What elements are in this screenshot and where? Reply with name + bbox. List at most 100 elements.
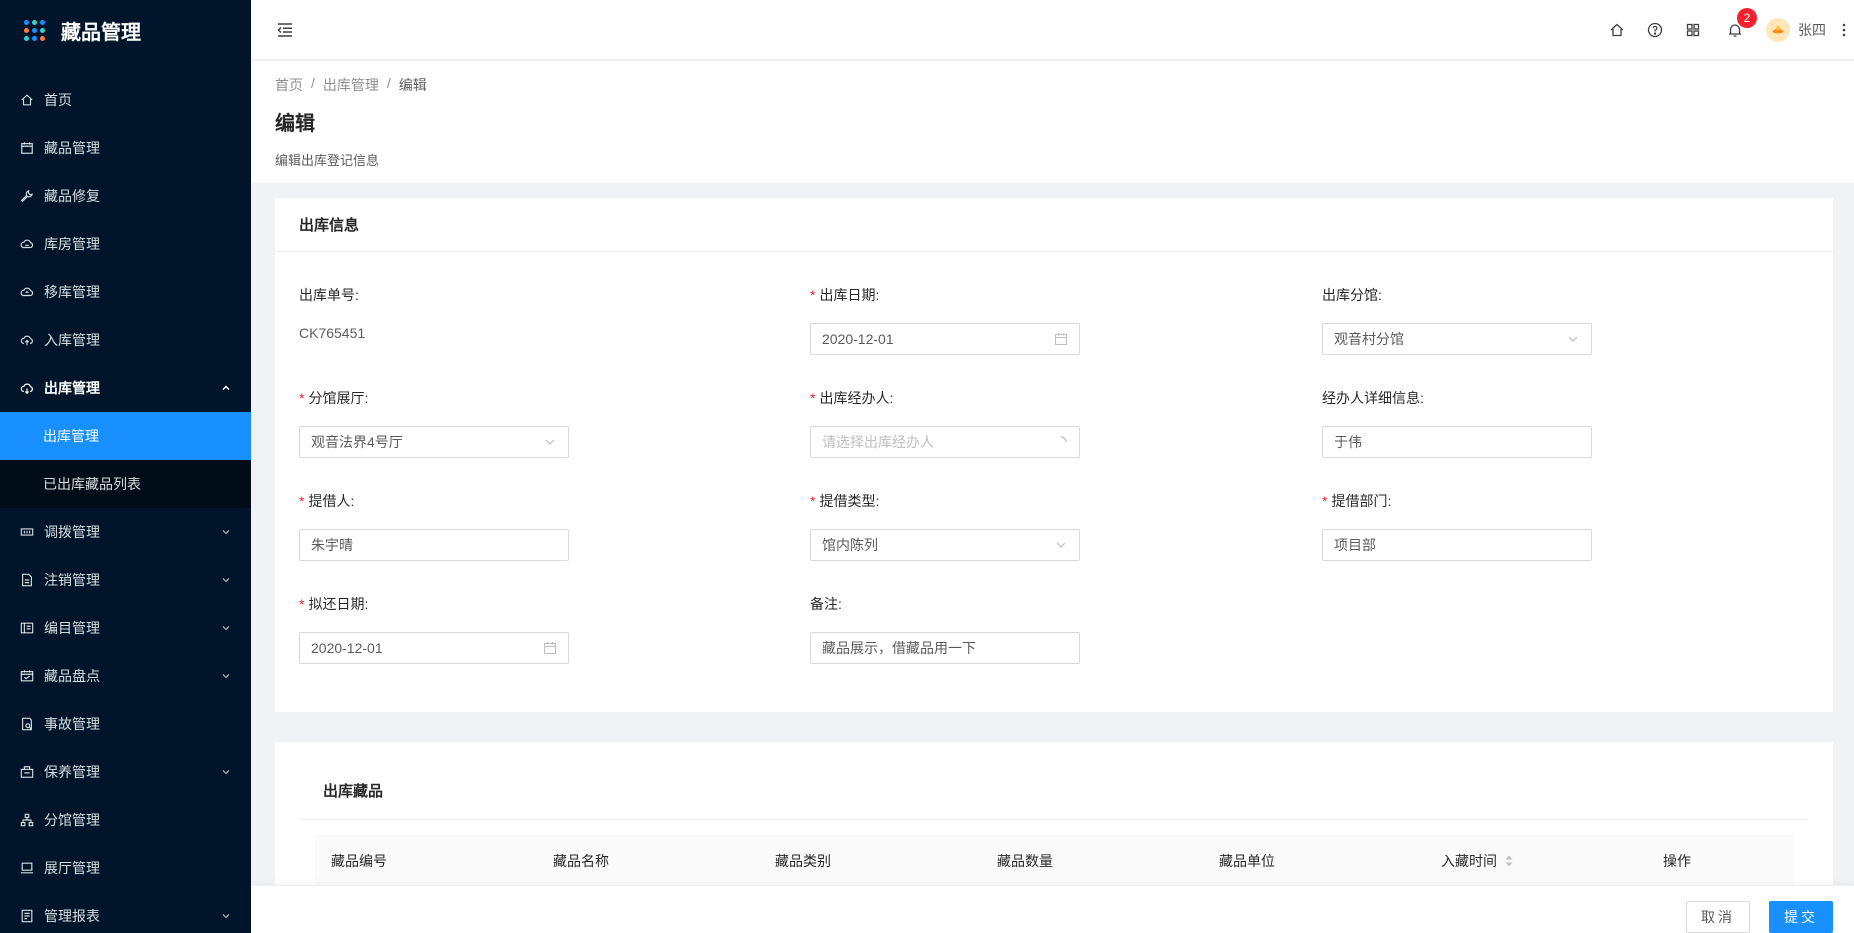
branch-value: 观音村分馆 bbox=[1334, 331, 1404, 347]
sidebar-item-outbound[interactable]: 出库管理 bbox=[0, 364, 251, 412]
out-date-picker[interactable]: 2020-12-01 bbox=[810, 323, 1080, 355]
avatar-image-icon bbox=[1772, 25, 1784, 33]
avatar[interactable] bbox=[1766, 17, 1790, 42]
loading-spinner-icon bbox=[1054, 435, 1068, 449]
handler-detail-input[interactable]: 于伟 bbox=[1322, 426, 1592, 458]
apps-logo-icon bbox=[24, 19, 45, 41]
field-handler-detail: 经办人详细信息: 于伟 bbox=[1322, 388, 1592, 458]
accident-icon bbox=[20, 717, 34, 731]
hall-select[interactable]: 观音法界4号厅 bbox=[299, 426, 569, 458]
hall-value: 观音法界4号厅 bbox=[311, 434, 403, 450]
page-description: 编辑出库登记信息 bbox=[275, 153, 380, 168]
sidebar-item-repair[interactable]: 藏品修复 bbox=[0, 172, 251, 220]
sidebar-subitem-outbound-list[interactable]: 已出库藏品列表 bbox=[0, 460, 251, 508]
home-icon bbox=[20, 93, 34, 107]
logo[interactable]: 藏品管理 bbox=[0, 0, 251, 60]
chevron-down-icon bbox=[543, 435, 557, 449]
maintenance-icon bbox=[20, 765, 34, 779]
catalog-icon bbox=[20, 621, 34, 635]
file-icon bbox=[20, 573, 34, 587]
apps-grid-icon[interactable] bbox=[1674, 0, 1712, 60]
breadcrumb-item-outbound[interactable]: 出库管理 bbox=[323, 75, 379, 95]
sidebar-item-maintenance[interactable]: 保养管理 bbox=[0, 748, 251, 796]
items-table-header: 藏品编号 藏品名称 藏品类别 藏品数量 藏品单位 入藏时间 操作 bbox=[315, 835, 1793, 887]
return-date-picker[interactable]: 2020-12-01 bbox=[299, 632, 569, 664]
borrower-label: 提借人: bbox=[308, 493, 355, 509]
column-header-item-quantity: 藏品数量 bbox=[997, 853, 1053, 869]
breadcrumb-item-current: 编辑 bbox=[398, 77, 427, 93]
wrench-icon bbox=[20, 189, 34, 203]
sidebar-item-collection[interactable]: 藏品管理 bbox=[0, 124, 251, 172]
required-mark: * bbox=[299, 493, 305, 509]
page-header: 首页 / 出库管理 / 编辑 编辑 编辑出库登记信息 bbox=[251, 61, 1854, 183]
report-icon bbox=[20, 909, 34, 923]
notification-bell-icon[interactable]: 2 bbox=[1716, 0, 1757, 60]
notification-badge: 2 bbox=[1737, 7, 1757, 28]
sidebar-item-branch[interactable]: 分馆管理 bbox=[0, 796, 251, 844]
calendar-icon bbox=[1054, 332, 1068, 346]
chevron-down-icon bbox=[221, 767, 231, 777]
handler-placeholder: 请选择出库经办人 bbox=[822, 434, 934, 450]
cloud-download-icon bbox=[20, 381, 34, 395]
return-date-label: 拟还日期: bbox=[308, 596, 369, 612]
sidebar-item-catalog[interactable]: 编目管理 bbox=[0, 604, 251, 652]
sidebar: 藏品管理 首页 藏品管理 藏品修复 库房管理 移库管理 入库管理 出库管理 出库… bbox=[0, 0, 251, 933]
sidebar-subitem-outbound-manage[interactable]: 出库管理 bbox=[0, 412, 251, 460]
handler-label: 出库经办人: bbox=[819, 390, 894, 406]
outbound-info-card: 出库信息 出库单号: CK765451 * 出库日期: 2020-12-01 出库… bbox=[275, 198, 1833, 712]
sidebar-item-cancel[interactable]: 注销管理 bbox=[0, 556, 251, 604]
column-header-item-category: 藏品类别 bbox=[775, 853, 831, 869]
handler-select[interactable]: 请选择出库经办人 bbox=[810, 426, 1080, 458]
user-name[interactable]: 张四 bbox=[1798, 20, 1826, 40]
chevron-down-icon bbox=[1566, 332, 1580, 346]
sidebar-item-move[interactable]: 移库管理 bbox=[0, 268, 251, 316]
app-title: 藏品管理 bbox=[61, 21, 141, 44]
sidebar-item-inventory[interactable]: 藏品盘点 bbox=[0, 652, 251, 700]
sidebar-submenu-outbound: 出库管理 已出库藏品列表 bbox=[0, 412, 251, 508]
borrow-dept-label: 提借部门: bbox=[1331, 493, 1392, 509]
sidebar-item-storage[interactable]: 库房管理 bbox=[0, 220, 251, 268]
out-date-value: 2020-12-01 bbox=[822, 331, 894, 347]
inventory-icon bbox=[20, 669, 34, 683]
cloud-sync-icon bbox=[20, 285, 34, 299]
chevron-down-icon bbox=[221, 527, 231, 537]
breadcrumb-item-home[interactable]: 首页 bbox=[275, 75, 303, 95]
swap-icon bbox=[20, 525, 34, 539]
calendar-icon bbox=[543, 641, 557, 655]
sidebar-item-accident[interactable]: 事故管理 bbox=[0, 700, 251, 748]
branch-icon bbox=[20, 813, 34, 827]
menu-fold-icon[interactable] bbox=[276, 21, 294, 39]
remark-value: 藏品展示，借藏品用一下 bbox=[822, 640, 976, 656]
field-branch: 出库分馆: 观音村分馆 bbox=[1322, 285, 1592, 355]
chevron-down-icon bbox=[1054, 538, 1068, 552]
hall-label: 分馆展厅: bbox=[308, 390, 369, 406]
required-mark: * bbox=[299, 390, 305, 406]
borrow-type-select[interactable]: 馆内陈列 bbox=[810, 529, 1080, 561]
cancel-button[interactable]: 取消 bbox=[1686, 901, 1750, 933]
sidebar-menu: 首页 藏品管理 藏品修复 库房管理 移库管理 入库管理 出库管理 出库管理 已出… bbox=[0, 76, 251, 933]
submit-button[interactable]: 提交 bbox=[1769, 901, 1833, 933]
order-no-value: CK765451 bbox=[299, 325, 366, 341]
column-header-collect-time[interactable]: 入藏时间 bbox=[1425, 851, 1647, 871]
sidebar-item-transfer[interactable]: 调拨管理 bbox=[0, 508, 251, 556]
help-icon[interactable] bbox=[1636, 0, 1674, 60]
home-icon[interactable] bbox=[1598, 0, 1636, 60]
chevron-down-icon bbox=[221, 671, 231, 681]
chevron-down-icon bbox=[221, 911, 231, 921]
column-header-item-unit: 藏品单位 bbox=[1219, 853, 1275, 869]
remark-input[interactable]: 藏品展示，借藏品用一下 bbox=[810, 632, 1080, 664]
sidebar-item-hall[interactable]: 展厅管理 bbox=[0, 844, 251, 892]
borrower-input[interactable]: 朱宇晴 bbox=[299, 529, 569, 561]
sidebar-item-inbound[interactable]: 入库管理 bbox=[0, 316, 251, 364]
hall-icon bbox=[20, 861, 34, 875]
out-date-label: 出库日期: bbox=[819, 287, 880, 303]
order-no-label: 出库单号: bbox=[299, 287, 359, 303]
borrow-type-value: 馆内陈列 bbox=[822, 537, 878, 553]
more-vertical-icon[interactable] bbox=[1836, 22, 1852, 38]
sidebar-item-home[interactable]: 首页 bbox=[0, 76, 251, 124]
cloud-upload-icon bbox=[20, 333, 34, 347]
borrow-dept-input[interactable]: 项目部 bbox=[1322, 529, 1592, 561]
field-borrow-type: * 提借类型: 馆内陈列 bbox=[810, 491, 1080, 561]
branch-select[interactable]: 观音村分馆 bbox=[1322, 323, 1592, 355]
sidebar-item-report[interactable]: 管理报表 bbox=[0, 892, 251, 933]
